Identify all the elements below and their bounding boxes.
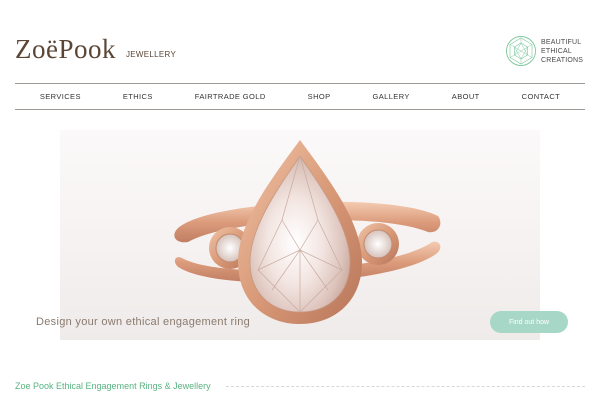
nav-item-services[interactable]: SERVICES: [40, 92, 81, 101]
hero-banner-image[interactable]: [60, 130, 540, 340]
badge-text: BEAUTIFUL ETHICAL CREATIONS: [541, 38, 583, 65]
main-nav: SERVICES ETHICS FAIRTRADE GOLD SHOP GALL…: [15, 83, 585, 110]
badge-line: ETHICAL: [541, 47, 572, 55]
nav-item-shop[interactable]: SHOP: [308, 92, 331, 101]
section-divider: [226, 386, 585, 387]
find-out-how-button[interactable]: Find out how: [490, 311, 568, 333]
badge-line: CREATIONS: [541, 56, 584, 64]
ethical-badge: BEAUTIFUL ETHICAL CREATIONS: [505, 35, 583, 67]
logo-subtitle: JEWELLERY: [126, 50, 177, 59]
nav-item-ethics[interactable]: ETHICS: [123, 92, 153, 101]
hero-caption: Design your own ethical engagement ring: [36, 316, 251, 328]
badge-line: BEAUTIFUL: [541, 38, 582, 46]
section-title: Zoe Pook Ethical Engagement Rings & Jewe…: [15, 381, 211, 391]
nav-item-gallery[interactable]: GALLERY: [373, 92, 410, 101]
nav-item-contact[interactable]: CONTACT: [522, 92, 561, 101]
nav-item-about[interactable]: ABOUT: [452, 92, 480, 101]
nav-item-fairtrade-gold[interactable]: FAIRTRADE GOLD: [195, 92, 266, 101]
logo-text: ZoëPook: [15, 34, 116, 64]
diamond-facet-icon: [506, 36, 536, 66]
ring-illustration: [174, 140, 441, 324]
logo[interactable]: ZoëPook JEWELLERY: [15, 33, 176, 63]
